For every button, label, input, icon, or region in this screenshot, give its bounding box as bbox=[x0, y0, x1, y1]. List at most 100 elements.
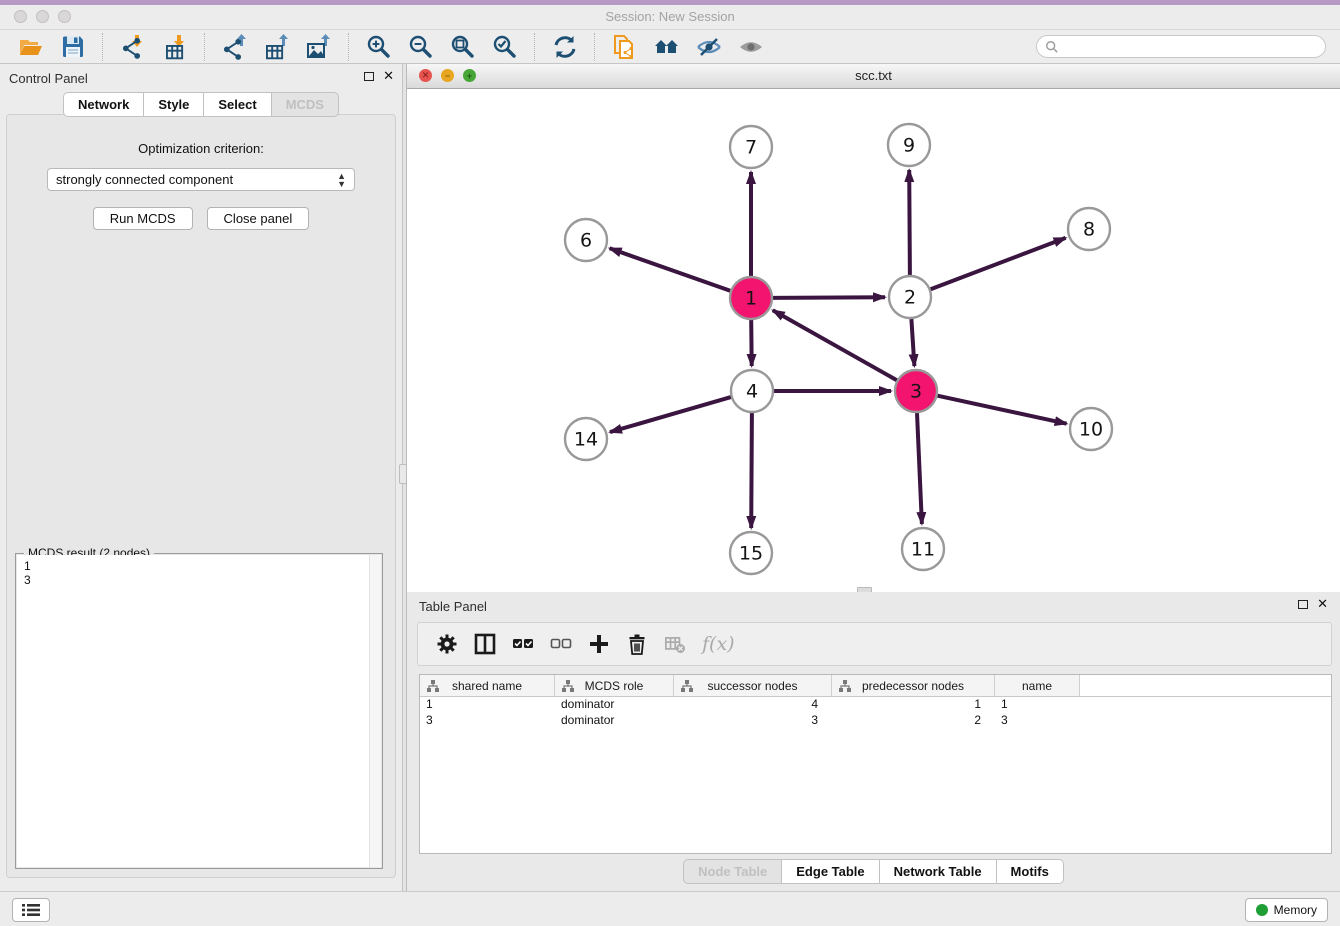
save-session-icon[interactable] bbox=[58, 33, 88, 61]
edge-2-9[interactable] bbox=[909, 170, 910, 275]
network-from-file-icon[interactable] bbox=[610, 33, 640, 61]
edge-4-14[interactable] bbox=[610, 397, 731, 432]
tab-mcds[interactable]: MCDS bbox=[271, 92, 339, 117]
export-image-icon[interactable] bbox=[304, 33, 334, 61]
column-header-predecessor-nodes[interactable]: predecessor nodes bbox=[832, 675, 995, 696]
column-header-name[interactable]: name bbox=[995, 675, 1080, 696]
close-panel-button[interactable]: Close panel bbox=[207, 207, 310, 230]
svg-text:6: 6 bbox=[580, 230, 592, 252]
table-panel-title: Table Panel bbox=[419, 599, 487, 614]
edge-3-11[interactable] bbox=[917, 413, 922, 524]
network-window-titlebar: ✕ − + scc.txt bbox=[407, 64, 1340, 89]
criterion-select[interactable]: strongly connected component ▲▼ bbox=[47, 168, 355, 191]
first-neighbors-icon[interactable] bbox=[652, 33, 682, 61]
tab-style[interactable]: Style bbox=[143, 92, 203, 117]
column-header-successor-nodes[interactable]: successor nodes bbox=[674, 675, 832, 696]
node-10[interactable]: 10 bbox=[1070, 408, 1112, 450]
flow-icon bbox=[839, 680, 851, 695]
function-builder-icon[interactable]: f(x) bbox=[702, 633, 735, 655]
table-tab-edge-table[interactable]: Edge Table bbox=[781, 859, 878, 884]
export-table-icon[interactable] bbox=[262, 33, 292, 61]
node-3[interactable]: 3 bbox=[895, 370, 937, 412]
toolbar-separator bbox=[348, 33, 350, 61]
open-session-icon[interactable] bbox=[16, 33, 46, 61]
zoom-selected-icon[interactable] bbox=[490, 33, 520, 61]
settings-gear-icon[interactable] bbox=[434, 631, 460, 657]
node-6[interactable]: 6 bbox=[565, 219, 607, 261]
node-9[interactable]: 9 bbox=[888, 124, 930, 166]
cell: 4 bbox=[674, 697, 832, 713]
search-box[interactable] bbox=[1036, 35, 1326, 58]
criterion-value: strongly connected component bbox=[56, 172, 233, 187]
node-8[interactable]: 8 bbox=[1068, 208, 1110, 250]
cell: dominator bbox=[555, 697, 674, 713]
edge-2-8[interactable] bbox=[931, 238, 1066, 289]
toolbar-separator bbox=[594, 33, 596, 61]
table-row[interactable]: 1dominator411 bbox=[420, 697, 1331, 713]
node-14[interactable]: 14 bbox=[565, 418, 607, 460]
list-icon bbox=[21, 903, 41, 917]
edge-4-15[interactable] bbox=[751, 413, 752, 528]
node-7[interactable]: 7 bbox=[730, 126, 772, 168]
table-tab-network-table[interactable]: Network Table bbox=[879, 859, 996, 884]
svg-text:11: 11 bbox=[911, 539, 935, 561]
close-panel-icon[interactable]: ✕ bbox=[383, 71, 394, 81]
titlebar: Session: New Session bbox=[0, 5, 1340, 30]
table-header-row: shared nameMCDS rolesuccessor nodesprede… bbox=[420, 675, 1331, 697]
column-view-icon[interactable] bbox=[472, 631, 498, 657]
import-network-icon[interactable] bbox=[118, 33, 148, 61]
svg-text:7: 7 bbox=[745, 137, 757, 159]
svg-text:1: 1 bbox=[745, 288, 757, 310]
add-row-icon[interactable] bbox=[586, 631, 612, 657]
optimization-criterion-label: Optimization criterion: bbox=[7, 141, 395, 156]
node-4[interactable]: 4 bbox=[731, 370, 773, 412]
select-all-icon[interactable] bbox=[510, 631, 536, 657]
memory-button[interactable]: Memory bbox=[1245, 898, 1328, 922]
close-table-panel-icon[interactable]: ✕ bbox=[1317, 599, 1328, 609]
tab-select[interactable]: Select bbox=[203, 92, 270, 117]
show-all-icon[interactable] bbox=[736, 33, 766, 61]
mcds-result-text[interactable]: 1 3 bbox=[17, 555, 370, 867]
column-header-MCDS-role[interactable]: MCDS role bbox=[555, 675, 674, 696]
run-mcds-button[interactable]: Run MCDS bbox=[93, 207, 193, 230]
node-15[interactable]: 15 bbox=[730, 532, 772, 574]
apply-layout-icon[interactable] bbox=[550, 33, 580, 61]
search-input[interactable] bbox=[1064, 39, 1325, 55]
flow-icon bbox=[681, 680, 693, 695]
node-1[interactable]: 1 bbox=[730, 277, 772, 319]
import-table-icon[interactable] bbox=[160, 33, 190, 61]
edge-2-3[interactable] bbox=[911, 319, 914, 366]
float-panel-icon[interactable] bbox=[364, 72, 374, 81]
deselect-all-icon[interactable] bbox=[548, 631, 574, 657]
memory-status-icon bbox=[1256, 904, 1268, 916]
edge-3-10[interactable] bbox=[938, 396, 1067, 424]
zoom-out-icon[interactable] bbox=[406, 33, 436, 61]
table-row[interactable]: 3dominator323 bbox=[420, 713, 1331, 729]
delete-row-icon[interactable] bbox=[624, 631, 650, 657]
edge-1-2[interactable] bbox=[773, 297, 885, 298]
network-canvas[interactable]: 7 9 6 8 1 2 4 3 14 10 15 11 bbox=[407, 89, 1340, 592]
svg-text:15: 15 bbox=[739, 543, 763, 565]
export-network-icon[interactable] bbox=[220, 33, 250, 61]
float-table-panel-icon[interactable] bbox=[1298, 600, 1308, 609]
node-11[interactable]: 11 bbox=[902, 528, 944, 570]
tab-network[interactable]: Network bbox=[63, 92, 143, 117]
edge-1-4[interactable] bbox=[751, 320, 752, 366]
edge-1-6[interactable] bbox=[610, 248, 731, 290]
result-scrollbar[interactable] bbox=[369, 555, 381, 867]
column-header-shared-name[interactable]: shared name bbox=[420, 675, 555, 696]
node-2[interactable]: 2 bbox=[889, 276, 931, 318]
hide-selected-icon[interactable] bbox=[694, 33, 724, 61]
zoom-fit-icon[interactable] bbox=[448, 33, 478, 61]
table-tab-node-table[interactable]: Node Table bbox=[683, 859, 781, 884]
status-bar: Memory bbox=[0, 891, 1340, 926]
edge-3-1[interactable] bbox=[773, 310, 897, 380]
memory-label: Memory bbox=[1274, 903, 1317, 917]
task-history-button[interactable] bbox=[12, 898, 50, 922]
zoom-in-icon[interactable] bbox=[364, 33, 394, 61]
delete-table-icon[interactable] bbox=[662, 631, 688, 657]
table-tab-motifs[interactable]: Motifs bbox=[996, 859, 1064, 884]
select-arrows-icon: ▲▼ bbox=[337, 172, 346, 188]
cell: 3 bbox=[420, 713, 555, 729]
table-tabs: Node TableEdge TableNetwork TableMotifs bbox=[407, 859, 1340, 884]
